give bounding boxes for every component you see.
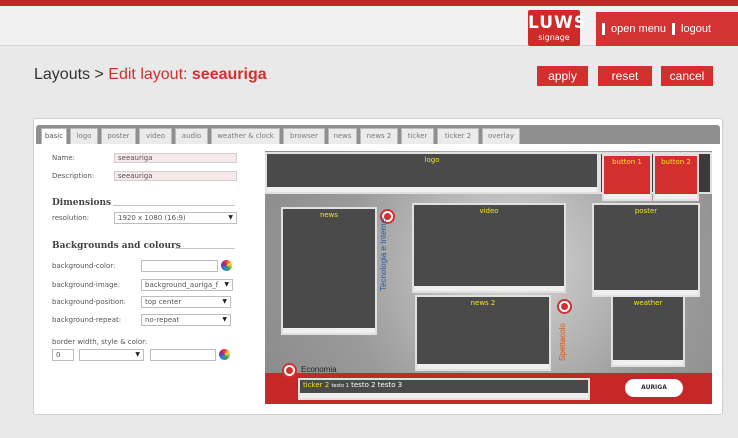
- news-2-zone-label: news 2: [470, 299, 496, 307]
- button-1-label: button 1: [612, 158, 642, 166]
- button-2-zone[interactable]: button 2: [653, 154, 699, 201]
- ticker-text-3: testo 3: [377, 381, 403, 389]
- name-label: Name:: [52, 154, 76, 162]
- reset-button[interactable]: reset: [598, 66, 652, 86]
- ticker-label: ticker 2: [303, 381, 330, 389]
- section-divider: [113, 205, 235, 206]
- resize-handle[interactable]: [414, 286, 564, 291]
- tech-category-label: Tecnologia e Internet: [379, 216, 388, 291]
- bg-image-label: background-image:: [52, 281, 121, 289]
- border-label: border width, style & color:: [52, 338, 148, 346]
- brand-logo[interactable]: LUWS signage: [528, 10, 588, 46]
- top-bar: LUWS signage open menu logout: [0, 6, 738, 46]
- brand-logo-sub: signage: [538, 33, 570, 42]
- resolution-label: resolution:: [52, 214, 90, 222]
- globe-icon: [282, 363, 297, 378]
- chevron-down-icon: ▼: [135, 351, 140, 358]
- resize-handle[interactable]: [300, 393, 588, 398]
- bg-image-select[interactable]: background_auriga_f ▼: [141, 279, 233, 291]
- backgrounds-heading: Backgrounds and colours: [52, 241, 181, 251]
- color-picker-icon[interactable]: [219, 349, 230, 360]
- breadcrumb-layouts-link[interactable]: Layouts: [34, 66, 90, 83]
- tab-overlay[interactable]: overlay: [482, 128, 520, 144]
- ticker-text-1: testo 1: [331, 383, 349, 389]
- resize-handle[interactable]: [267, 187, 597, 192]
- logo-zone[interactable]: logo: [265, 152, 599, 194]
- bg-color-field[interactable]: [141, 260, 218, 272]
- tab-logo[interactable]: logo: [70, 128, 98, 144]
- news-zone-label: news: [319, 211, 339, 219]
- news-2-zone[interactable]: news 2: [415, 295, 551, 371]
- resize-handle[interactable]: [417, 364, 549, 369]
- bg-position-select[interactable]: top center ▼: [141, 296, 231, 308]
- color-picker-icon[interactable]: [221, 260, 232, 271]
- chevron-down-icon: ▼: [224, 281, 229, 288]
- button-2-label: button 2: [661, 158, 691, 166]
- description-field[interactable]: seeauriga: [114, 171, 237, 181]
- tab-browser[interactable]: browser: [283, 128, 325, 144]
- globe-icon: [557, 299, 572, 314]
- bg-repeat-value: no-repeat: [145, 316, 180, 324]
- apply-button[interactable]: apply: [537, 66, 588, 86]
- border-width-field[interactable]: 0: [52, 349, 74, 361]
- ticker-text-2: testo 2: [351, 381, 376, 389]
- poster-zone-label: poster: [634, 207, 658, 215]
- layout-preview: logo button 1 button 2 news Tecnologia e…: [265, 151, 712, 404]
- poster-zone[interactable]: poster: [592, 203, 700, 297]
- name-field[interactable]: seeauriga: [114, 153, 237, 163]
- news-zone[interactable]: news: [281, 207, 377, 335]
- resize-handle[interactable]: [604, 194, 650, 199]
- breadcrumb-separator: >: [94, 66, 104, 83]
- weather-zone[interactable]: weather: [611, 295, 685, 367]
- tab-news-2[interactable]: news 2: [360, 128, 398, 144]
- dimensions-heading: Dimensions: [52, 198, 112, 208]
- logo-zone-label: logo: [424, 156, 440, 164]
- description-label: Description:: [52, 172, 95, 180]
- bg-color-label: background-color:: [52, 262, 116, 270]
- border-color-field[interactable]: [150, 349, 216, 361]
- open-menu-link[interactable]: open menu: [611, 23, 666, 35]
- ticker-zone[interactable]: ticker 2 testo 1 testo 2 testo 3: [298, 378, 590, 400]
- resize-handle[interactable]: [613, 360, 683, 365]
- tab-video[interactable]: video: [139, 128, 172, 144]
- nav-separator: [672, 23, 676, 35]
- video-zone-label: video: [479, 207, 499, 215]
- bg-position-value: top center: [145, 298, 182, 306]
- top-nav: open menu logout: [596, 12, 738, 46]
- layout-name-title: seeauriga: [191, 66, 267, 83]
- video-zone[interactable]: video: [412, 203, 566, 293]
- tab-weather-clock[interactable]: weather & clock: [211, 128, 280, 144]
- tab-basic[interactable]: basic: [41, 128, 67, 144]
- auriga-logo: AURIGA: [625, 379, 683, 397]
- nav-separator: [602, 23, 605, 35]
- bg-image-value: background_auriga_f: [145, 281, 219, 289]
- chevron-down-icon: ▼: [228, 214, 233, 221]
- button-1-zone[interactable]: button 1: [602, 154, 652, 201]
- tab-poster[interactable]: poster: [101, 128, 136, 144]
- border-style-select[interactable]: ▼: [79, 349, 144, 361]
- resize-handle[interactable]: [283, 328, 375, 333]
- brand-logo-main: LUWS: [528, 13, 588, 33]
- bg-repeat-label: background-repeat:: [52, 316, 122, 324]
- tab-audio[interactable]: audio: [175, 128, 208, 144]
- resolution-value: 1920 x 1080 (16:9): [118, 214, 186, 222]
- economia-category-label: Economia: [301, 365, 337, 374]
- bg-position-label: background-position:: [52, 298, 127, 306]
- bg-repeat-select[interactable]: no-repeat ▼: [141, 314, 231, 326]
- breadcrumb-edit-label: Edit layout:: [108, 66, 188, 83]
- cancel-button[interactable]: cancel: [661, 66, 713, 86]
- tab-news[interactable]: news: [328, 128, 357, 144]
- tab-ticker-2[interactable]: ticker 2: [437, 128, 479, 144]
- chevron-down-icon: ▼: [222, 298, 227, 305]
- resize-handle[interactable]: [655, 194, 697, 199]
- breadcrumb: Layouts > Edit layout: seeauriga: [34, 66, 267, 84]
- logout-link[interactable]: logout: [681, 23, 711, 35]
- weather-zone-label: weather: [633, 299, 663, 307]
- resolution-select[interactable]: 1920 x 1080 (16:9) ▼: [114, 212, 237, 224]
- section-divider: [175, 248, 235, 249]
- spettacolo-category-label: Spettacolo: [558, 323, 567, 361]
- chevron-down-icon: ▼: [222, 316, 227, 323]
- tab-ticker[interactable]: ticker: [401, 128, 434, 144]
